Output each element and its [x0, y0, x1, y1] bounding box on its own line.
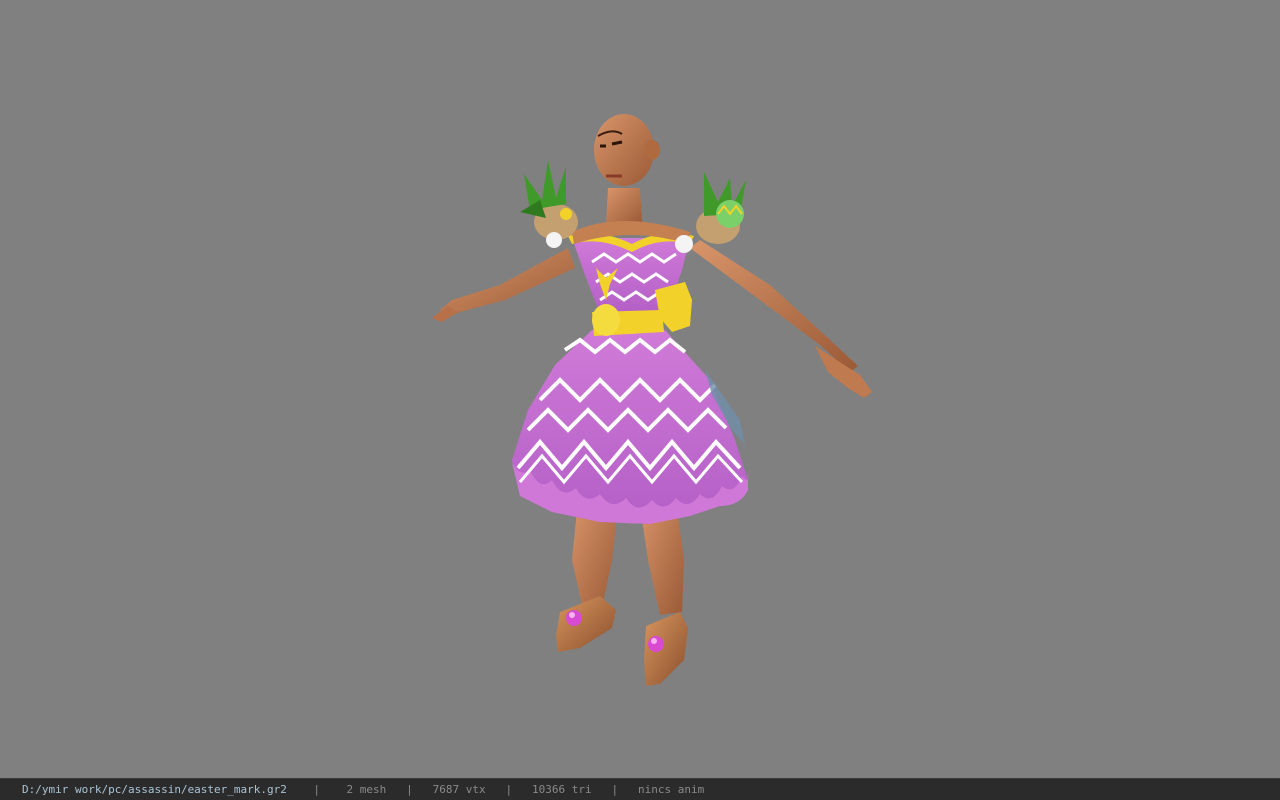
3d-viewport[interactable] — [0, 0, 1280, 778]
status-bar: D:/ymir work/pc/assassin/easter_mark.gr2… — [0, 778, 1280, 800]
mesh-count: 2 mesh — [346, 783, 387, 796]
triangle-count: 10366 tri — [532, 783, 592, 796]
separator: | — [611, 783, 619, 796]
left-shoulder-grass — [520, 160, 578, 248]
separator: | — [313, 783, 321, 796]
right-shoulder-grass — [675, 172, 746, 253]
left-arm — [432, 248, 575, 322]
head — [572, 114, 690, 244]
separator: | — [505, 783, 513, 796]
right-arm — [690, 240, 872, 398]
file-path: D:/ymir work/pc/assassin/easter_mark.gr2 — [22, 783, 287, 796]
vertex-count: 7687 vtx — [432, 783, 486, 796]
animation-status: nincs anim — [638, 783, 705, 796]
skirt — [512, 330, 749, 524]
character-model — [432, 114, 872, 686]
bodice — [568, 233, 694, 336]
separator: | — [406, 783, 413, 796]
